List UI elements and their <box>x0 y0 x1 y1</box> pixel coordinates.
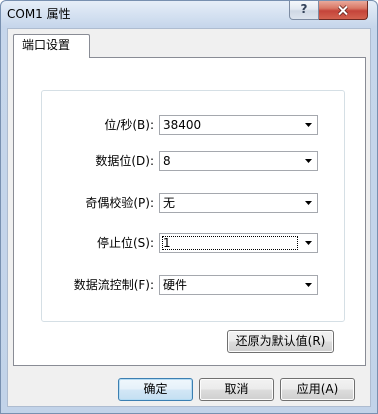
close-icon <box>337 5 349 16</box>
stop-bits-row: 停止位(S): 1 <box>42 233 344 253</box>
data-bits-dropdown[interactable]: 8 <box>159 151 318 171</box>
data-bits-row: 数据位(D): 8 <box>42 151 344 171</box>
dialog-body: 端口设置 位/秒(B): 38400 数据位(D): 8 奇偶校验(P): 无 … <box>7 28 371 407</box>
apply-button[interactable]: 应用(A) <box>280 378 355 401</box>
flow-control-label: 数据流控制(F): <box>73 278 154 292</box>
dropdown-arrow-glyph <box>305 123 312 127</box>
bits-per-second-dropdown[interactable]: 38400 <box>159 115 318 135</box>
tab-port-settings-label: 端口设置 <box>22 38 71 52</box>
parity-row: 奇偶校验(P): 无 <box>42 193 344 213</box>
chevron-down-icon[interactable] <box>300 276 317 294</box>
com1-properties-dialog: COM1 属性 ? 端口设置 位/秒(B): 38400 数据位(D): 8 奇… <box>0 0 378 414</box>
parity-dropdown[interactable]: 无 <box>159 193 318 213</box>
stop-bits-label: 停止位(S): <box>96 236 154 250</box>
dropdown-arrow-shape <box>305 283 312 287</box>
dropdown-arrow-shape <box>305 123 312 127</box>
flow-control-value: 硬件 <box>163 278 188 292</box>
data-bits-label: 数据位(D): <box>95 154 154 168</box>
bits-per-second-label: 位/秒(B): <box>104 118 154 132</box>
close-button[interactable] <box>319 1 368 20</box>
dropdown-arrow-glyph <box>305 201 312 205</box>
bits-per-second-row: 位/秒(B): 38400 <box>42 115 344 135</box>
bits-per-second-value: 38400 <box>163 118 202 132</box>
title-bar[interactable]: COM1 属性 ? <box>1 1 377 28</box>
flow-control-dropdown[interactable]: 硬件 <box>159 275 318 295</box>
data-bits-value: 8 <box>163 154 171 168</box>
chevron-down-icon[interactable] <box>300 152 317 170</box>
help-icon: ? <box>300 2 308 16</box>
port-settings-group: 位/秒(B): 38400 数据位(D): 8 奇偶校验(P): 无 停止位(S… <box>41 90 345 322</box>
parity-label: 奇偶校验(P): <box>85 196 154 210</box>
ok-button[interactable]: 确定 <box>118 378 193 401</box>
restore-defaults-button[interactable]: 还原为默认值(R) <box>227 330 334 353</box>
tab-port-settings[interactable]: 端口设置 <box>13 34 90 58</box>
dropdown-arrow-glyph <box>305 241 312 245</box>
chevron-down-icon[interactable] <box>300 116 317 134</box>
cancel-button[interactable]: 取消 <box>199 378 274 401</box>
focus-rectangle <box>162 236 298 250</box>
flow-control-row: 数据流控制(F): 硬件 <box>42 275 344 295</box>
tab-page-port-settings: 位/秒(B): 38400 数据位(D): 8 奇偶校验(P): 无 停止位(S… <box>13 57 366 366</box>
help-button[interactable]: ? <box>289 1 319 20</box>
stop-bits-dropdown[interactable]: 1 <box>159 233 318 253</box>
dropdown-arrow-glyph <box>305 159 312 163</box>
parity-value: 无 <box>163 196 176 210</box>
dropdown-arrow-shape <box>305 159 312 163</box>
dropdown-arrow-shape <box>305 241 312 245</box>
chevron-down-icon[interactable] <box>300 194 317 212</box>
chevron-down-icon[interactable] <box>300 234 317 252</box>
close-icon-cross <box>338 5 348 16</box>
dropdown-arrow-shape <box>305 201 312 205</box>
window-title: COM1 属性 <box>7 7 71 21</box>
dropdown-arrow-glyph <box>305 283 312 287</box>
